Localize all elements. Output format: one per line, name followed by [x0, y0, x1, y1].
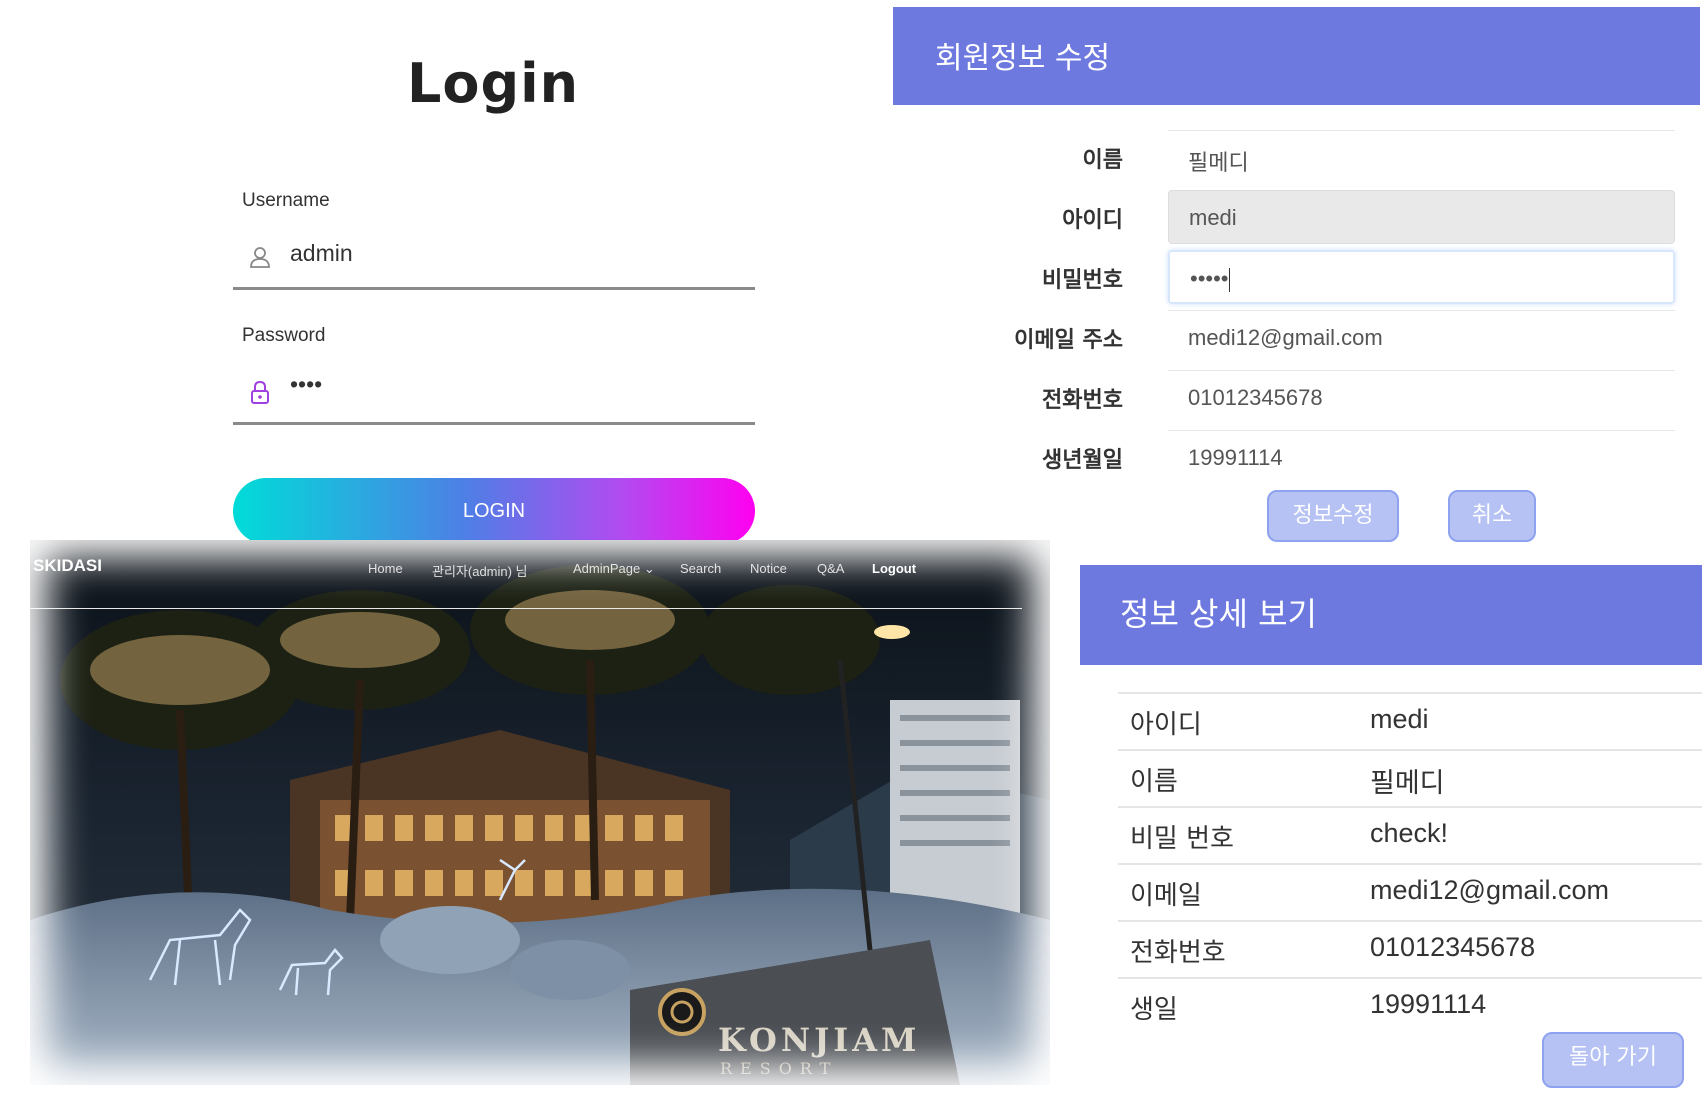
nav-search[interactable]: Search [680, 561, 721, 576]
row-value: 01012345678 [1370, 932, 1536, 962]
name-input[interactable]: 필메디 [1168, 130, 1675, 184]
row-value: 필메디 [1370, 768, 1445, 798]
resort-night-photo [30, 540, 1050, 1085]
lock-icon [251, 380, 269, 404]
password-input[interactable]: ••••• [1168, 250, 1675, 304]
member-detail-panel: 정보 상세 보기 아이디 medi 이름 필메디 비밀 번호 check! 이메… [1080, 565, 1702, 1105]
site-navbar: SKIDASI Home 관리자(admin) 님 AdminPage ⌄ Se… [30, 540, 1050, 610]
id-input: medi [1168, 190, 1675, 244]
text-caret [1228, 268, 1230, 293]
birth-label: 생년월일 [1042, 448, 1123, 473]
row-key: 아이디 [1130, 710, 1202, 740]
row-value: 19991114 [1370, 989, 1487, 1019]
password-label-edit: 비밀번호 [1042, 268, 1123, 293]
edit-member-form: 회원정보 수정 이름 필메디 아이디 medi 비밀번호 ••••• 이메일 주… [893, 7, 1700, 547]
birth-input[interactable]: 19991114 [1168, 430, 1675, 484]
table-row: 비밀 번호 check! [1118, 806, 1702, 863]
detail-title: 정보 상세 보기 [1120, 595, 1317, 633]
resort-sign-subtext: RESORT [720, 1059, 839, 1078]
nav-adminpage-label: AdminPage [573, 561, 641, 576]
site-logo[interactable]: SKIDASI [33, 556, 102, 576]
submit-edit-button[interactable]: 정보수정 [1267, 490, 1399, 542]
row-value: medi [1370, 704, 1429, 734]
row-value: medi12@gmail.com [1370, 875, 1609, 905]
resort-sign-text: KONJIAM [718, 1021, 921, 1059]
login-title: Login [406, 52, 580, 115]
table-row: 아이디 medi [1118, 692, 1702, 749]
edit-header: 회원정보 수정 [893, 7, 1700, 105]
nav-notice[interactable]: Notice [750, 561, 787, 576]
back-button[interactable]: 돌아 가기 [1542, 1032, 1684, 1088]
username-value: admin [290, 240, 353, 266]
nav-qa[interactable]: Q&A [817, 561, 844, 576]
detail-header: 정보 상세 보기 [1080, 565, 1702, 665]
row-key: 이메일 [1130, 881, 1202, 911]
table-row: 전화번호 01012345678 [1118, 920, 1702, 977]
username-field[interactable]: admin [233, 230, 755, 290]
detail-table: 아이디 medi 이름 필메디 비밀 번호 check! 이메일 medi12@… [1118, 692, 1702, 1034]
row-key: 비밀 번호 [1130, 824, 1234, 854]
login-form: Login Username admin Password •••• LOGIN [0, 0, 900, 560]
cancel-button[interactable]: 취소 [1448, 490, 1536, 542]
nav-adminpage[interactable]: AdminPage ⌄ [573, 561, 655, 577]
email-input[interactable]: medi12@gmail.com [1168, 310, 1675, 364]
phone-label: 전화번호 [1042, 388, 1123, 413]
username-label: Username [242, 190, 330, 211]
row-key: 생일 [1130, 995, 1178, 1025]
nav-user-greeting: 관리자(admin) 님 [432, 564, 528, 579]
password-label: Password [242, 325, 326, 346]
table-row: 생일 19991114 [1118, 977, 1702, 1034]
nav-home[interactable]: Home [368, 561, 403, 576]
row-key: 이름 [1130, 767, 1178, 797]
row-key: 전화번호 [1130, 938, 1226, 968]
user-icon [250, 247, 270, 268]
id-label: 아이디 [1062, 208, 1123, 233]
name-label: 이름 [1082, 148, 1123, 173]
password-input-value: ••••• [1190, 266, 1229, 291]
table-row: 이메일 medi12@gmail.com [1118, 863, 1702, 920]
chevron-down-icon: ⌄ [643, 561, 655, 576]
edit-title: 회원정보 수정 [935, 41, 1111, 76]
login-button[interactable]: LOGIN [233, 478, 755, 544]
password-value: •••• [290, 371, 323, 397]
table-row: 이름 필메디 [1118, 749, 1702, 806]
row-value: check! [1370, 818, 1449, 848]
phone-input[interactable]: 01012345678 [1168, 370, 1675, 424]
password-field[interactable]: •••• [233, 365, 755, 425]
nav-logout[interactable]: Logout [872, 561, 916, 576]
navbar-divider [30, 608, 1022, 609]
resort-site-screenshot: SKIDASI Home 관리자(admin) 님 AdminPage ⌄ Se… [30, 540, 1050, 1085]
email-label: 이메일 주소 [1014, 328, 1123, 353]
